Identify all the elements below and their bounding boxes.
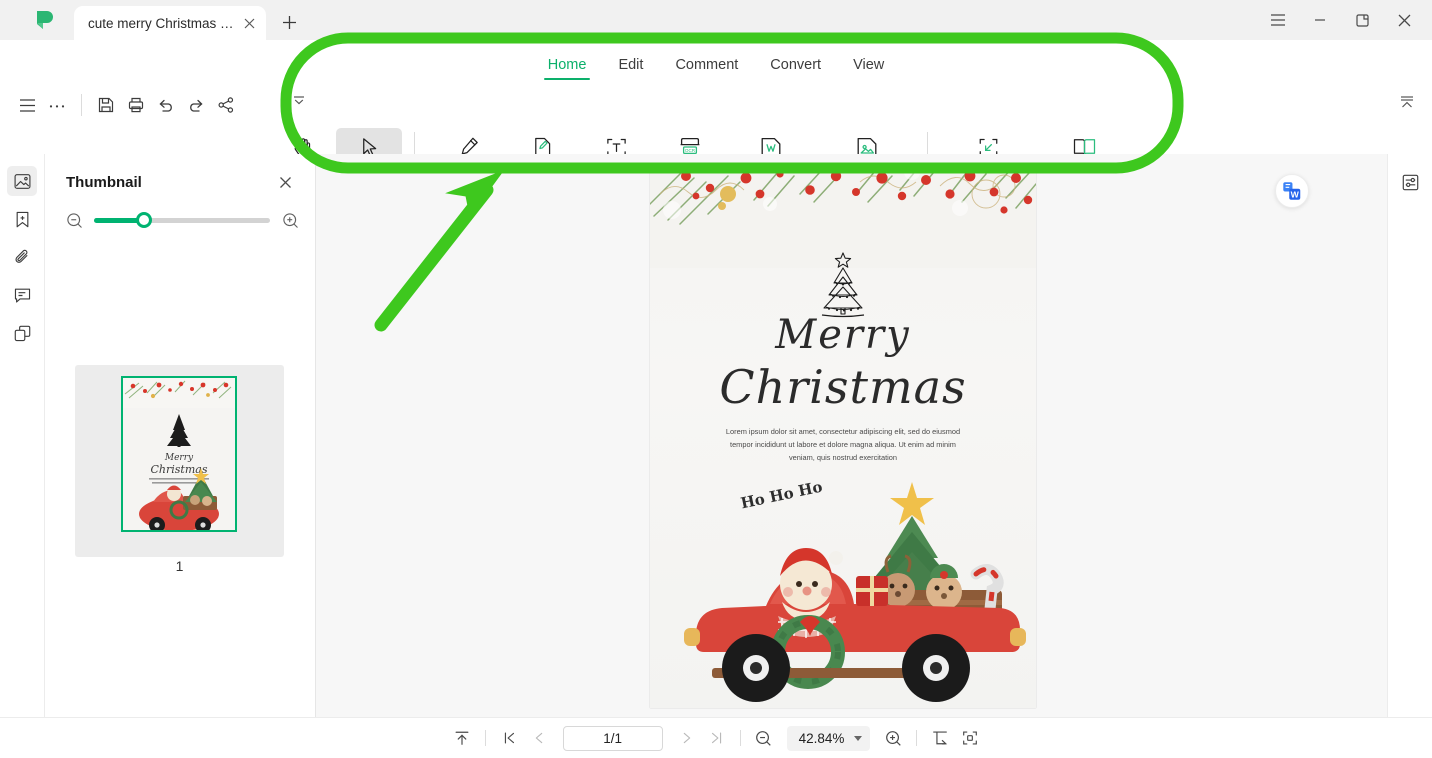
window-controls: [1258, 4, 1424, 36]
tab-view-label: View: [853, 57, 885, 73]
sidebar-item-attachment[interactable]: [7, 242, 37, 272]
divider: [81, 94, 82, 116]
sidebar-item-bookmark[interactable]: [7, 204, 37, 234]
share-icon[interactable]: [211, 90, 241, 120]
close-tab-icon[interactable]: [240, 14, 258, 32]
previous-page-icon[interactable]: [524, 724, 554, 752]
tab-home-label: Home: [547, 57, 587, 73]
heading-christmas: Christmas: [719, 360, 967, 414]
thumbnail-page-1[interactable]: Merry Christmas: [121, 376, 237, 532]
page-indicator-value: 1/1: [603, 730, 622, 746]
undo-icon[interactable]: [151, 90, 181, 120]
tab-home[interactable]: Home: [532, 54, 603, 81]
status-bar: 1/1 42.84%: [0, 717, 1432, 758]
last-page-icon[interactable]: [702, 724, 732, 752]
thumbnail-panel: Thumbnail Merry Christmas 1: [45, 154, 316, 717]
close-window-icon[interactable]: [1384, 4, 1424, 36]
tab-comment[interactable]: Comment: [659, 54, 754, 80]
slider-fill: [94, 217, 142, 223]
print-icon[interactable]: [121, 90, 151, 120]
zoom-out-icon[interactable]: [749, 724, 779, 752]
tab-comment-label: Comment: [675, 57, 739, 73]
ribbon-expand-icon[interactable]: [290, 92, 308, 110]
close-thumbnail-panel-icon[interactable]: [275, 172, 295, 192]
tab-edit[interactable]: Edit: [602, 54, 659, 80]
divider: [484, 730, 486, 746]
properties-sliders-icon[interactable]: [1395, 167, 1425, 197]
collapse-ribbon-icon[interactable]: [1396, 92, 1418, 114]
ribbon: Home Edit Comment Convert View OCR: [0, 40, 1432, 184]
thumbnail-panel-title: Thumbnail: [66, 173, 142, 191]
svg-text:OCR: OCR: [685, 148, 696, 153]
fit-width-icon[interactable]: [925, 724, 955, 752]
christmas-truck-illustration: [660, 472, 1030, 702]
left-panel-rail: [0, 154, 45, 717]
document-body-text: Lorem ipsum dolor sit amet, consectetur …: [725, 427, 961, 462]
right-panel-rail: [1387, 154, 1432, 717]
zoom-in-icon[interactable]: [280, 210, 300, 230]
tab-convert[interactable]: Convert: [754, 54, 837, 80]
thumbnail-panel-header: Thumbnail: [45, 154, 315, 192]
zoom-level-select[interactable]: 42.84%: [786, 725, 871, 751]
sidebar-item-layers[interactable]: [7, 318, 37, 348]
ribbon-tab-strip: Home Edit Comment Convert View: [0, 52, 1432, 82]
minimize-icon[interactable]: [1300, 4, 1340, 36]
convert-to-word-icon[interactable]: W: [1275, 174, 1309, 208]
page-indicator-input[interactable]: 1/1: [562, 725, 663, 751]
thumbnail-page-number: 1: [175, 558, 184, 574]
tab-view[interactable]: View: [837, 54, 900, 80]
divider: [739, 730, 741, 746]
thumbnail-zoom-slider[interactable]: [94, 212, 270, 228]
divider: [916, 730, 918, 746]
chevron-down-icon: [854, 735, 863, 741]
document-viewer[interactable]: Merry Christmas Lorem ipsum dolor sit am…: [316, 154, 1387, 717]
zoom-out-icon[interactable]: [64, 210, 84, 230]
heading-merry: Merry: [775, 312, 911, 358]
svg-text:W: W: [1291, 189, 1300, 199]
new-tab-button[interactable]: [274, 7, 304, 37]
main-menu-icon[interactable]: [12, 90, 42, 120]
main-area: Thumbnail Merry Christmas 1 Merry Christ…: [0, 154, 1432, 717]
redo-icon[interactable]: [181, 90, 211, 120]
tab-edit-label: Edit: [618, 57, 644, 73]
pdf-editor-window: cute merry Christmas wi... Home Edit Com…: [0, 0, 1432, 758]
zoom-in-icon[interactable]: [878, 724, 908, 752]
document-page[interactable]: Merry Christmas Lorem ipsum dolor sit am…: [650, 164, 1036, 708]
svg-text:Merry: Merry: [164, 453, 194, 463]
quick-access-toolbar: [0, 80, 300, 130]
window-menu-icon[interactable]: [1258, 4, 1298, 36]
zoom-level-value: 42.84%: [798, 730, 845, 746]
save-icon[interactable]: [91, 90, 121, 120]
title-bar: cute merry Christmas wi...: [0, 0, 1432, 40]
fit-page-icon[interactable]: [955, 724, 985, 752]
tab-title: cute merry Christmas wi...: [88, 15, 240, 31]
first-page-icon[interactable]: [494, 724, 524, 752]
document-tab[interactable]: cute merry Christmas wi...: [74, 6, 266, 40]
tab-convert-label: Convert: [770, 57, 822, 73]
next-page-icon[interactable]: [672, 724, 702, 752]
slider-handle[interactable]: [136, 212, 153, 228]
sidebar-item-thumbnail[interactable]: [7, 166, 37, 196]
sidebar-item-comment[interactable]: [7, 280, 37, 310]
restore-window-icon[interactable]: [1342, 4, 1382, 36]
app-logo-icon: [28, 5, 62, 35]
scroll-to-top-icon[interactable]: [447, 724, 477, 752]
more-options-icon[interactable]: [42, 90, 72, 120]
thumbnail-zoom-slider-row: [45, 192, 315, 230]
